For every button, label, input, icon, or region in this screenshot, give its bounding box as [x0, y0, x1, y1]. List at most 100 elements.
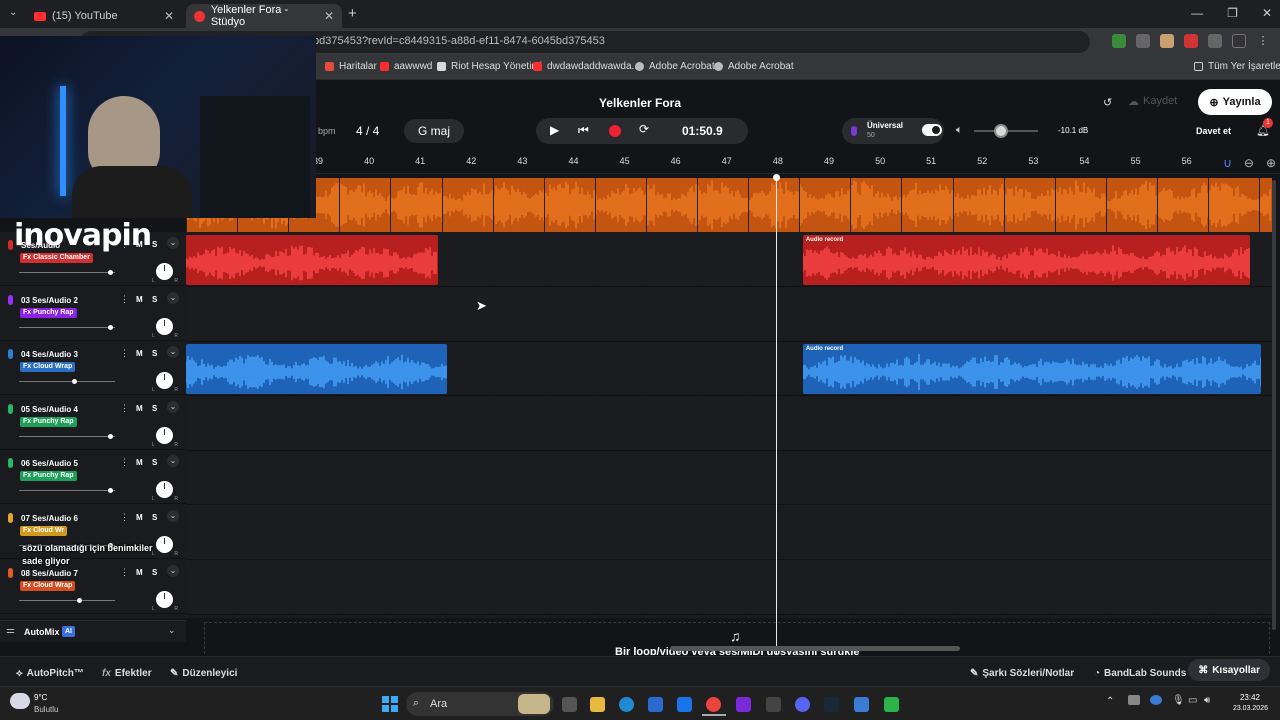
- track-volume-slider[interactable]: [19, 490, 115, 492]
- extension-icon[interactable]: [1160, 34, 1174, 48]
- track-volume-slider[interactable]: [19, 326, 115, 328]
- close-window-icon[interactable]: ✕: [1262, 6, 1272, 20]
- extension-icon[interactable]: [1184, 34, 1198, 48]
- lyrics-button[interactable]: ✎ Şarkı Sözleri/Notlar: [970, 664, 1074, 682]
- solo-button[interactable]: S: [152, 349, 157, 358]
- loop-icon[interactable]: ⟳: [639, 122, 649, 136]
- track-title[interactable]: 03 Ses/Audio 2: [21, 296, 78, 305]
- visual-studio-icon[interactable]: [736, 697, 751, 712]
- invite-button[interactable]: Davet et: [1196, 126, 1231, 136]
- bookmark-item[interactable]: aawwwd: [380, 61, 432, 72]
- track-volume-knob[interactable]: [108, 270, 114, 275]
- chevron-down-icon[interactable]: ⌄: [167, 346, 179, 359]
- more-icon[interactable]: ⋮: [120, 403, 129, 414]
- puzzle-icon[interactable]: [1208, 34, 1222, 48]
- bookmark-item[interactable]: Adobe Acrobat: [635, 61, 715, 72]
- volume-icon[interactable]: 🔊︎: [1204, 695, 1210, 706]
- bookmark-item[interactable]: Riot Hesap Yönetimi: [437, 61, 542, 72]
- fx-chip[interactable]: Fx Cloud Wrap: [20, 362, 76, 373]
- track-title[interactable]: 04 Ses/Audio 3: [21, 350, 78, 359]
- audio-clip[interactable]: Audio record: [802, 344, 1262, 395]
- fx-chip[interactable]: Fx Classic Chamber: [20, 253, 93, 263]
- play-icon[interactable]: ▶: [550, 123, 559, 137]
- time-signature[interactable]: 4 / 4: [356, 124, 379, 138]
- chevron-down-icon[interactable]: ⌄: [168, 625, 176, 636]
- universal-toggle[interactable]: [922, 124, 942, 136]
- track-lane[interactable]: [186, 506, 1272, 560]
- track-lane[interactable]: Audio record: [186, 233, 1272, 287]
- chevron-down-icon[interactable]: ⌄: [167, 400, 179, 413]
- track-volume-knob[interactable]: [108, 324, 114, 330]
- solo-button[interactable]: S: [152, 568, 157, 577]
- timeline-ruler[interactable]: 39 40 41 42 43 44 45 46 47 48 49 50 51 52 53 54 55 56: [186, 152, 1280, 174]
- track-header[interactable]: 05 Ses/Audio 4 ⋮ M S ⌄ Fx Punchy Rap L R: [0, 396, 186, 450]
- new-tab-button[interactable]: +: [348, 5, 357, 22]
- undo-icon[interactable]: ↺: [1103, 96, 1112, 109]
- more-icon[interactable]: ⋮: [120, 457, 129, 468]
- autopitch-button[interactable]: ⟡ AutoPitch™: [16, 664, 84, 682]
- close-icon[interactable]: ✕: [324, 9, 334, 23]
- track-title[interactable]: 07 Ses/Audio 6: [21, 514, 78, 523]
- track-lane[interactable]: [186, 451, 1272, 506]
- profile-icon[interactable]: [1232, 34, 1246, 48]
- track-lane[interactable]: [186, 396, 1272, 451]
- mute-button[interactable]: M: [136, 295, 143, 304]
- bookmark-item[interactable]: Haritalar: [325, 61, 377, 72]
- track-lane[interactable]: [186, 560, 1272, 615]
- steam-icon[interactable]: [824, 697, 839, 712]
- vertical-scrollbar[interactable]: [1272, 180, 1276, 630]
- more-icon[interactable]: ⋮: [120, 294, 129, 305]
- track-header[interactable]: 04 Ses/Audio 3 ⋮ M S ⌄ Fx Cloud Wrap L R: [0, 341, 186, 396]
- track-volume-slider[interactable]: [19, 381, 115, 383]
- track-volume-knob[interactable]: [71, 379, 77, 385]
- all-bookmarks[interactable]: Tüm Yer İşaretleri: [1194, 61, 1280, 72]
- close-icon[interactable]: ✕: [164, 9, 174, 23]
- solo-button[interactable]: S: [152, 458, 157, 467]
- fx-chip[interactable]: Fx Punchy Rap: [20, 307, 77, 318]
- chevron-up-icon[interactable]: ⌃: [1106, 696, 1114, 707]
- bpm-label[interactable]: bpm: [318, 126, 336, 136]
- shortcuts-button[interactable]: ⌘ Kısayollar: [1188, 659, 1270, 681]
- extension-icon[interactable]: [1112, 34, 1126, 48]
- fx-chip[interactable]: Fx Punchy Rap: [20, 471, 77, 482]
- key-selector[interactable]: G maj: [404, 119, 464, 143]
- chevron-down-icon[interactable]: ⌄: [167, 510, 179, 522]
- track-volume-slider[interactable]: [19, 272, 115, 273]
- bookmark-item[interactable]: dwdawdaddwawda...: [533, 61, 640, 72]
- chevron-down-icon[interactable]: ⌄: [167, 291, 179, 304]
- record-icon[interactable]: [609, 125, 621, 137]
- extension-icon[interactable]: [1136, 34, 1150, 48]
- mute-button[interactable]: M: [136, 568, 143, 577]
- song-title[interactable]: Yelkenler Fora: [560, 96, 720, 110]
- fx-chip[interactable]: Fx Cloud Wrap: [20, 580, 76, 591]
- store-icon[interactable]: [648, 697, 663, 712]
- display-icon[interactable]: ▭: [1188, 695, 1197, 706]
- maximize-icon[interactable]: ❐: [1227, 6, 1238, 20]
- weather-icon[interactable]: [10, 693, 30, 709]
- solo-button[interactable]: S: [152, 240, 157, 249]
- solo-button[interactable]: S: [152, 404, 157, 413]
- effects-button[interactable]: fx Efektler: [102, 664, 152, 682]
- speaker-icon[interactable]: 🔈︎: [956, 124, 963, 137]
- mute-button[interactable]: M: [136, 513, 143, 522]
- zoom-in-icon[interactable]: ⊕: [1266, 156, 1276, 170]
- playhead-handle[interactable]: [773, 174, 780, 181]
- tray-icon[interactable]: [1128, 695, 1140, 705]
- onedrive-icon[interactable]: [1150, 695, 1162, 705]
- rewind-icon[interactable]: ⏮: [578, 123, 589, 138]
- fx-chip[interactable]: Fx Punchy Rap: [20, 416, 77, 427]
- track-title[interactable]: 05 Ses/Audio 4: [21, 405, 78, 414]
- audio-clip[interactable]: Audio record: [802, 235, 1251, 285]
- mute-button[interactable]: M: [136, 404, 143, 413]
- minimize-icon[interactable]: —: [1191, 6, 1203, 20]
- mute-button[interactable]: M: [136, 349, 143, 358]
- track-volume-slider[interactable]: [19, 435, 115, 437]
- editor-button[interactable]: ✎ Düzenleyici: [170, 664, 237, 682]
- tab-list-icon[interactable]: ⌄: [9, 7, 17, 18]
- playhead[interactable]: [776, 176, 777, 654]
- publish-button[interactable]: ⊕ Yayınla: [1198, 89, 1272, 115]
- track-header[interactable]: 06 Ses/Audio 5 ⋮ M S ⌄ Fx Punchy Rap L R: [0, 450, 186, 505]
- more-icon[interactable]: ⋮: [120, 348, 129, 359]
- automix-bar[interactable]: ⚌ AutoMix AI ⌄: [0, 620, 186, 642]
- discord-icon[interactable]: [795, 697, 810, 712]
